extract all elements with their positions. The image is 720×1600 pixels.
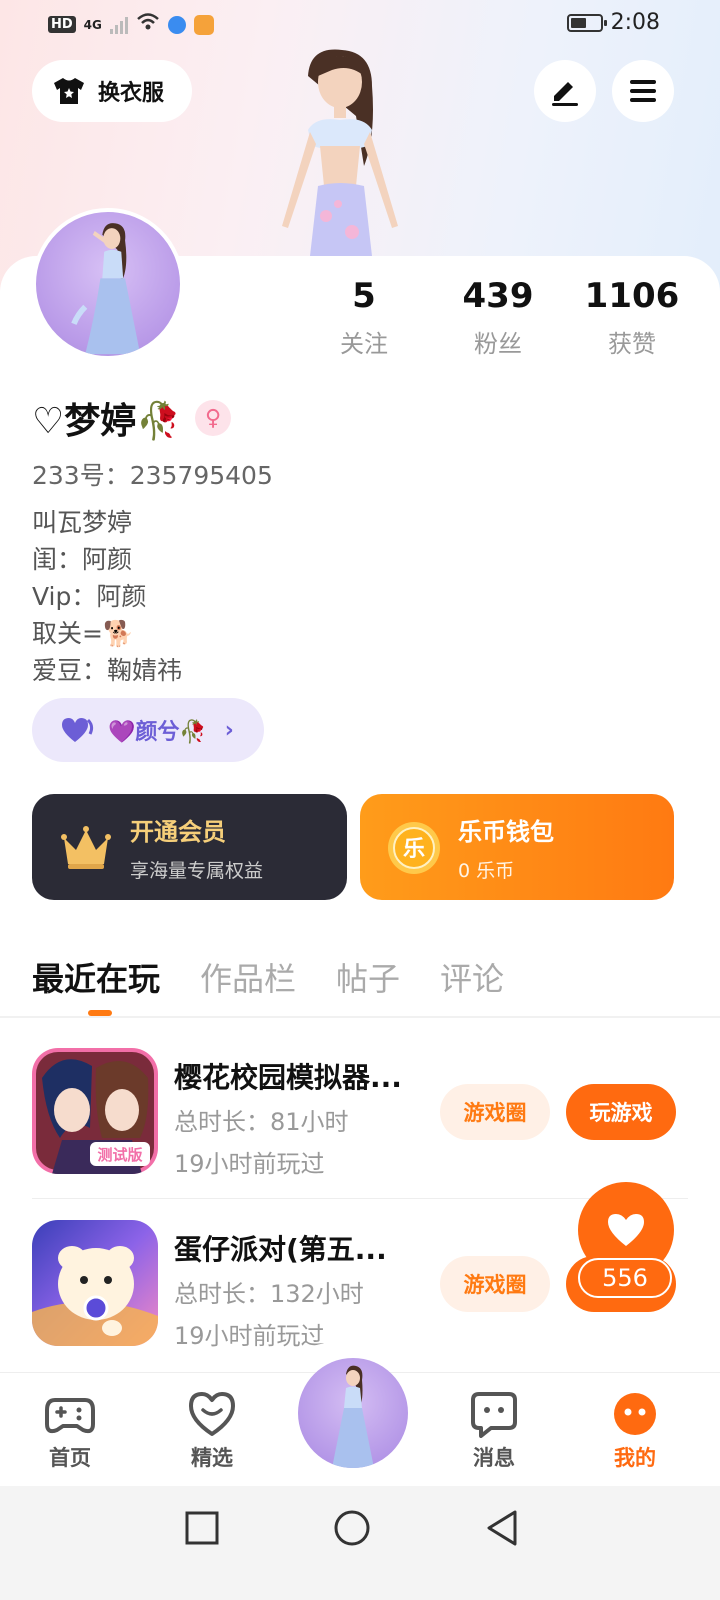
nav-home-label: 首页: [49, 1446, 91, 1470]
female-gender-icon: ♀: [195, 400, 232, 436]
game-duration: 总时长：81小时: [174, 1108, 349, 1136]
following-label: 关注: [340, 330, 388, 358]
wallet-balance: 0 乐币: [458, 860, 515, 882]
heart-icon: [608, 1214, 644, 1246]
menu-icon: [630, 80, 656, 102]
vip-title: 开通会员: [130, 818, 226, 846]
nav-messages[interactable]: 消息: [454, 1390, 534, 1472]
bio-line: 取关=🐕: [32, 619, 135, 648]
game-last-played: 19小时前玩过: [174, 1322, 325, 1350]
signal-icon: [109, 16, 128, 34]
hd-indicator: HD: [48, 16, 76, 33]
shirt-icon: [54, 78, 84, 104]
avatar-character-figure[interactable]: [260, 46, 420, 256]
status-bar: HD 4G 2:08: [0, 0, 720, 50]
like-count-badge: 556: [578, 1258, 672, 1298]
tab-comments[interactable]: 评论: [440, 954, 504, 1000]
crown-icon: [61, 826, 111, 869]
battery-icon: [566, 13, 607, 32]
network-type-label: 4G: [83, 17, 102, 32]
tab-recently-played[interactable]: 最近在玩: [32, 954, 160, 1016]
svg-text:乐: 乐: [403, 837, 425, 862]
game-name: 蛋仔派对(第五...: [174, 1233, 387, 1266]
wifi-icon: [136, 12, 160, 37]
app-notification-icon-2: [193, 14, 214, 35]
bio-line: 闺：阿颜: [32, 545, 133, 574]
menu-button[interactable]: [612, 60, 674, 122]
bio-line: 叫瓦梦婷: [32, 508, 133, 537]
nav-featured-label: 精选: [191, 1446, 233, 1470]
username-row: ♡梦婷🥀 ♀: [32, 392, 232, 444]
heart-chat-icon: [189, 1392, 235, 1436]
nav-profile[interactable]: 我的: [595, 1390, 675, 1472]
play-game-button[interactable]: 玩游戏: [566, 1084, 676, 1140]
home-icon[interactable]: [332, 1508, 372, 1548]
status-time: 2:08: [610, 10, 660, 35]
purple-heart-icon: [62, 718, 94, 742]
tab-works[interactable]: 作品栏: [200, 954, 296, 1000]
message-icon: [471, 1392, 517, 1438]
nav-center-avatar[interactable]: [298, 1358, 408, 1468]
game-name: 樱花校园模拟器...: [174, 1061, 402, 1094]
followers-count: 439: [462, 276, 534, 316]
game-circle-button[interactable]: 游戏圈: [440, 1084, 550, 1140]
following-count: 5: [352, 276, 376, 316]
game-list-item[interactable]: 测试版 樱花校园模拟器... 总时长：81小时 19小时前玩过 游戏圈 玩游戏: [32, 1048, 688, 1178]
bio-line: 爱豆：鞠婧祎: [32, 656, 183, 685]
profile-face-icon: [614, 1393, 656, 1435]
recent-apps-icon[interactable]: [182, 1508, 222, 1548]
bio-line: Vip：阿颜: [32, 582, 147, 611]
change-outfit-label: 换衣服: [98, 81, 165, 106]
wallet-card[interactable]: 乐 乐币钱包 0 乐币: [360, 794, 674, 900]
likes-count: 1106: [584, 276, 680, 316]
vip-membership-card[interactable]: 开通会员 享海量专属权益: [32, 794, 347, 900]
game-circle-button[interactable]: 游戏圈: [440, 1256, 550, 1312]
vip-subtitle: 享海量专属权益: [130, 860, 264, 882]
app-notification-icon: [167, 15, 186, 34]
stat-followers[interactable]: 439 粉丝: [438, 276, 558, 359]
eggy-party-game-icon[interactable]: [32, 1220, 158, 1346]
avatar-figure: [332, 1365, 374, 1468]
coin-icon: 乐: [388, 822, 440, 874]
tab-posts[interactable]: 帖子: [336, 954, 400, 1000]
sakura-school-game-icon[interactable]: 测试版: [32, 1048, 158, 1174]
edit-profile-button[interactable]: [534, 60, 596, 122]
nav-profile-label: 我的: [614, 1446, 656, 1470]
change-outfit-button[interactable]: 换衣服: [32, 60, 192, 122]
game-duration: 总时长：132小时: [174, 1280, 364, 1308]
nav-home[interactable]: 首页: [30, 1390, 110, 1472]
nav-featured[interactable]: 精选: [172, 1390, 252, 1472]
stat-following[interactable]: 5 关注: [304, 276, 424, 359]
username: ♡梦婷🥀: [32, 401, 182, 442]
game-last-played: 19小时前玩过: [174, 1150, 325, 1178]
avatar-figure: [71, 223, 141, 355]
profile-avatar[interactable]: [32, 208, 184, 360]
gamepad-icon: [45, 1398, 95, 1434]
profile-tabs: 最近在玩 作品栏 帖子 评论: [32, 954, 504, 1016]
wallet-title: 乐币钱包: [458, 818, 554, 846]
bio: 叫瓦梦婷 闺：阿颜 Vip：阿颜 取关=🐕 爱豆：鞠婧祎: [32, 504, 182, 689]
chevron-right-icon: ›: [224, 717, 234, 743]
relationship-pill[interactable]: 💜颜兮🥀 ›: [32, 698, 264, 762]
tabs-divider: [0, 1016, 720, 1018]
svg-text:测试版: 测试版: [97, 1146, 142, 1164]
back-icon[interactable]: [482, 1508, 522, 1548]
followers-label: 粉丝: [474, 330, 522, 358]
edit-icon: [552, 82, 578, 106]
likes-label: 获赞: [608, 330, 656, 358]
relationship-label: 💜颜兮🥀: [108, 720, 207, 745]
user-id: 233号：235795405: [32, 461, 273, 490]
nav-messages-label: 消息: [473, 1446, 515, 1470]
stat-likes[interactable]: 1106 获赞: [572, 276, 692, 359]
